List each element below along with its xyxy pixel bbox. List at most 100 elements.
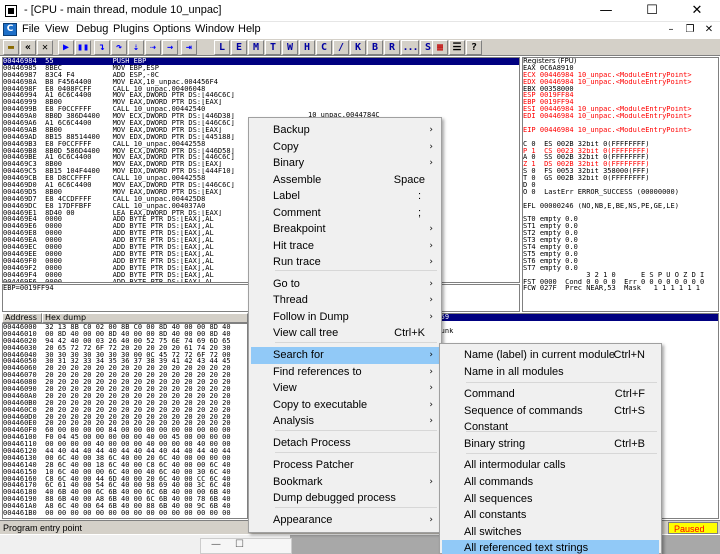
cpu-window-icon[interactable]: C — [3, 23, 17, 36]
register-row[interactable]: FST 0000 Cond 0 0 0 0 Err 0 0 0 0 0 0 0 … — [523, 279, 718, 286]
menu-debug[interactable]: Debug — [76, 23, 108, 35]
register-row[interactable]: ESI 00446984 10_unpac.<ModuleEntryPoint> — [523, 106, 718, 113]
dump-address-header[interactable]: Address — [2, 313, 42, 323]
dump-row[interactable]: 004460A0 20 20 20 20 20 20 20 20 20 20 2… — [3, 393, 247, 400]
disassembly-row[interactable]: 00446994 A1 6C6C4400 MOV EAX,DWORD PTR D… — [3, 92, 519, 99]
context-menu-item-copy-to-executable[interactable]: Copy to executable › — [251, 397, 439, 414]
register-row[interactable]: ST4 empty 0.0 — [523, 244, 718, 251]
disassembly-row[interactable]: 00446985 8BEC MOV EBP,ESP — [3, 65, 519, 72]
toolbar-cpu-button[interactable]: C — [316, 40, 332, 55]
dump-row[interactable]: 00446110 00 00 00 00 40 00 00 00 40 00 0… — [3, 441, 247, 448]
help-icon[interactable]: ? — [466, 40, 482, 55]
close-button[interactable]: ✕ — [674, 0, 720, 22]
toolbar-callstack-button[interactable]: K — [350, 40, 366, 55]
toolbar-references-button[interactable]: R — [384, 40, 400, 55]
search-menu-item-constant[interactable]: Constant — [442, 419, 659, 436]
toolbar-modules-button[interactable]: E — [231, 40, 247, 55]
toolbar-log-button[interactable]: L — [214, 40, 230, 55]
dump-row[interactable]: 00446150 10 6C 40 00 00 6C 40 00 40 6C 4… — [3, 469, 247, 476]
context-menu-item-label[interactable]: Label: — [251, 188, 439, 205]
dump-row[interactable]: 00446170 6C 61 40 00 54 6C 40 00 98 69 4… — [3, 482, 247, 489]
toolbar-runtrace-button[interactable]: ... — [401, 40, 419, 55]
dump-row[interactable]: 00446040 30 30 30 30 30 30 30 00 0C 45 7… — [3, 352, 247, 359]
menu-plugins[interactable]: Plugins — [113, 23, 149, 35]
dump-row[interactable]: 00446050 30 31 32 33 34 35 36 37 38 39 4… — [3, 358, 247, 365]
context-menu-item-dump-debugged-process[interactable]: Dump debugged process — [251, 490, 439, 507]
register-row[interactable]: ST5 empty 0.0 — [523, 251, 718, 258]
mdi-close-button[interactable]: ✕ — [700, 23, 718, 37]
register-row[interactable]: ST6 empty 0.0 — [523, 258, 718, 265]
context-menu-item-breakpoint[interactable]: Breakpoint › — [251, 221, 439, 238]
dump-row[interactable]: 00446010 00 8D 40 00 00 8D 40 00 00 8D 4… — [3, 331, 247, 338]
registers-pane[interactable]: Registers (FPU) EAX 0C6A8910 ECX 00446984… — [522, 57, 719, 312]
dump-row[interactable]: 00446060 20 20 20 20 20 20 20 20 20 20 2… — [3, 365, 247, 372]
search-menu-item-all-intermodular-calls[interactable]: All intermodular calls — [442, 457, 659, 474]
dump-row[interactable]: 00446130 00 6C 40 00 38 6C 40 00 20 6C 4… — [3, 455, 247, 462]
search-menu-item-all-referenced-text-strings[interactable]: All referenced text strings — [442, 540, 659, 554]
register-row[interactable] — [523, 120, 718, 127]
menu-window[interactable]: Window — [195, 23, 234, 35]
close-program-icon[interactable]: ✕ — [37, 40, 53, 55]
trace-over-icon[interactable]: ⇢ — [145, 40, 161, 55]
register-row[interactable]: C 0 ES 002B 32bit 0(FFFFFFFF) — [523, 141, 718, 148]
dump-row[interactable]: 004460E0 20 20 20 20 20 20 20 20 20 20 2… — [3, 420, 247, 427]
context-menu-item-thread[interactable]: Thread › — [251, 292, 439, 309]
dump-row[interactable]: 00446070 20 20 20 20 20 20 20 20 20 20 2… — [3, 372, 247, 379]
context-menu-item-assemble[interactable]: Assemble Space — [251, 172, 439, 189]
run-icon[interactable]: ▶ — [58, 40, 74, 55]
menu-help[interactable]: Help — [238, 23, 261, 35]
dump-row[interactable]: 00446020 94 42 40 00 03 26 40 00 52 75 6… — [3, 338, 247, 345]
step-over-icon[interactable]: ↷ — [111, 40, 127, 55]
context-menu-item-backup[interactable]: Backup › — [251, 122, 439, 139]
register-row[interactable]: ESP 0019FF84 — [523, 92, 718, 99]
context-menu-item-go-to[interactable]: Go to › — [251, 276, 439, 293]
menu-file[interactable]: File — [22, 23, 40, 35]
mdi-minimize-button[interactable]: – — [662, 23, 680, 37]
mdi-restore-button[interactable]: ❐ — [681, 23, 699, 37]
app-icon[interactable] — [5, 5, 17, 17]
dump-row[interactable]: 004461A0 A8 6C 40 00 64 6B 40 00 88 6B 4… — [3, 503, 247, 510]
register-row[interactable] — [523, 210, 718, 217]
search-menu-item-command[interactable]: Command Ctrl+F — [442, 386, 659, 403]
register-row[interactable]: EFL 00000246 (NO,NB,E,BE,NS,PE,GE,LE) — [523, 203, 718, 210]
disassembly-row[interactable]: 0044698A B8 F4564400 MOV EAX,10_unpac.00… — [3, 79, 519, 86]
search-menu-item-name-label-in-current-module[interactable]: Name (label) in current module Ctrl+N — [442, 347, 659, 364]
register-row[interactable]: EDI 00446984 10_unpac.<ModuleEntryPoint> — [523, 113, 718, 120]
menu-options[interactable]: Options — [153, 23, 191, 35]
restart-icon[interactable]: « — [20, 40, 36, 55]
context-menu-item-hit-trace[interactable]: Hit trace › — [251, 238, 439, 255]
context-menu-item-detach-process[interactable]: Detach Process — [251, 435, 439, 452]
dump-row[interactable]: 00446180 40 6B 40 00 6C 6B 40 00 6C 6B 4… — [3, 489, 247, 496]
context-menu-item-copy[interactable]: Copy › — [251, 139, 439, 156]
register-row[interactable]: EBX 00358000 — [523, 86, 718, 93]
dump-row[interactable]: 00446100 F0 04 45 00 00 00 00 00 40 00 4… — [3, 434, 247, 441]
register-row[interactable]: EAX 0C6A8910 — [523, 65, 718, 72]
appearance-icon[interactable]: ☰ — [449, 40, 465, 55]
register-row[interactable] — [523, 134, 718, 141]
menu-view[interactable]: View — [45, 23, 69, 35]
dump-row[interactable]: 00446080 20 20 20 20 20 20 20 20 20 20 2… — [3, 379, 247, 386]
toolbar-threads-button[interactable]: T — [265, 40, 281, 55]
dump-row[interactable]: 004460F0 60 00 00 00 00 84 00 00 00 00 0… — [3, 427, 247, 434]
context-menu-item-view-call-tree[interactable]: View call tree Ctrl+K — [251, 325, 439, 342]
dump-row[interactable]: 004460D0 20 20 20 20 20 20 20 20 20 20 2… — [3, 414, 247, 421]
register-row[interactable]: EBP 0019FF94 — [523, 99, 718, 106]
toolbar-patches-button[interactable]: / — [333, 40, 349, 55]
register-row[interactable]: ST1 empty 0.0 — [523, 223, 718, 230]
dump-row[interactable]: 00446120 44 40 44 40 44 40 44 40 44 40 4… — [3, 448, 247, 455]
background-minimize-icon[interactable]: — — [211, 539, 221, 550]
toolbar-memory-button[interactable]: M — [248, 40, 264, 55]
pause-icon[interactable]: ▮▮ — [75, 40, 91, 55]
context-menu-item-comment[interactable]: Comment; — [251, 205, 439, 222]
disassembly-row[interactable]: 0044698F E8 0408FCFF CALL 10_unpac.00406… — [3, 86, 519, 93]
search-menu-item-sequence-of-commands[interactable]: Sequence of commands Ctrl+S — [442, 403, 659, 420]
debugging-options-icon[interactable]: ▦ — [432, 40, 448, 55]
register-row[interactable]: P 1 CS 0023 32bit 0(FFFFFFFF) — [523, 148, 718, 155]
toolbar-breakpoints-button[interactable]: B — [367, 40, 383, 55]
search-menu-item-all-constants[interactable]: All constants — [442, 507, 659, 524]
dump-row[interactable]: 00446160 C8 6C 40 00 44 6D 40 00 20 6C 4… — [3, 476, 247, 483]
dump-row[interactable]: 004460B0 20 20 20 20 20 20 20 20 20 20 2… — [3, 400, 247, 407]
register-row[interactable]: ST7 empty 0.0 — [523, 265, 718, 272]
context-menu-item-find-references-to[interactable]: Find references to › — [251, 364, 439, 381]
register-row[interactable]: FCW 027F Prec NEAR,53 Mask 1 1 1 1 1 1 — [523, 285, 718, 292]
